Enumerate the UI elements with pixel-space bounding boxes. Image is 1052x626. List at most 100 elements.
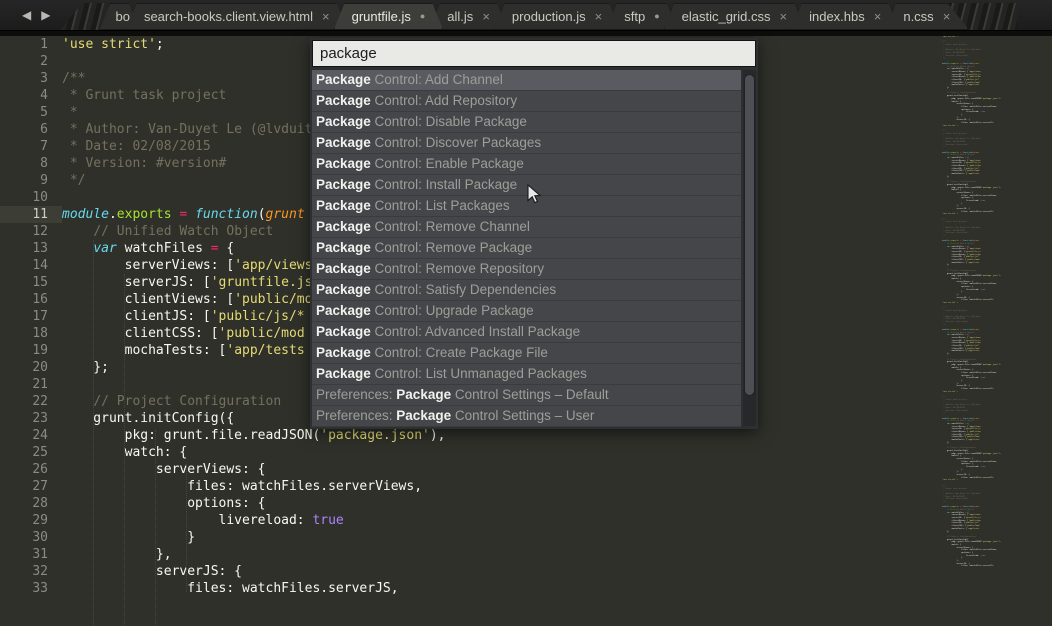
token xyxy=(62,224,93,239)
token: * Version: #version# xyxy=(942,144,967,146)
line-number: 27 xyxy=(0,478,62,495)
token: }; xyxy=(942,176,949,178)
token: function xyxy=(195,207,258,222)
token: serverJS: { xyxy=(62,564,242,579)
command-palette-input[interactable] xyxy=(312,40,756,67)
palette-scrollbar-track[interactable] xyxy=(743,70,756,426)
command-palette-item[interactable]: Package Control: Satisfy Dependencies xyxy=(312,280,741,301)
token: * Date: 02/08/2015 xyxy=(942,496,965,498)
token: function xyxy=(963,63,973,65)
item-rest: Control: Discover Packages xyxy=(371,135,541,150)
line-number: 11 xyxy=(0,206,62,223)
token: } xyxy=(942,291,962,293)
token: 'app/views xyxy=(234,258,312,273)
token: 'public/mo xyxy=(234,292,312,307)
token: watchFiles xyxy=(950,512,964,514)
command-palette-item[interactable]: Package Control: Disable Package xyxy=(312,112,741,133)
command-palette-item[interactable]: Package Control: Upgrade Package xyxy=(312,301,741,322)
tab-production.js[interactable]: production.js× xyxy=(494,3,620,30)
token: 'package.json' xyxy=(320,428,430,443)
command-palette-item[interactable]: Package Control: Add Repository xyxy=(312,91,741,112)
token: 'use strict' xyxy=(62,37,156,52)
token: 'use strict' xyxy=(942,391,956,393)
line-number: 2 xyxy=(0,53,62,70)
token: 'public/mod xyxy=(966,259,979,261)
command-palette-item[interactable]: Package Control: Discover Packages xyxy=(312,133,741,154)
token: serverJS: { xyxy=(942,208,970,210)
tab-scroll-right-icon[interactable]: ▶ xyxy=(41,0,50,30)
token: ), xyxy=(999,187,1001,189)
token: 'use strict' xyxy=(942,213,956,215)
token: * Version: #version# xyxy=(942,498,967,500)
token: // Unified Watch Object xyxy=(947,154,975,156)
close-tab-icon[interactable]: × xyxy=(322,10,330,23)
command-palette-item[interactable]: Package Control: Remove Package xyxy=(312,238,741,259)
token: exports xyxy=(950,506,958,508)
token: 'package.json' xyxy=(982,364,999,366)
tab-gruntfile.js[interactable]: gruntfile.js● xyxy=(334,3,444,30)
code-line: 29 livereload: true xyxy=(0,512,1052,529)
token: * Date: 02/08/2015 xyxy=(942,52,965,54)
command-palette-item[interactable]: Preferences: Package Control Settings – … xyxy=(312,385,741,406)
tab-scroll-left-icon[interactable]: ◀ xyxy=(22,0,31,30)
line-number: 12 xyxy=(0,223,62,240)
token: } xyxy=(942,114,962,116)
token: watchFiles xyxy=(950,334,964,336)
line-number: 20 xyxy=(0,359,62,376)
close-tab-icon[interactable]: × xyxy=(780,10,788,23)
command-palette-item[interactable]: Package Control: List Unmanaged Packages xyxy=(312,364,741,385)
line-number: 15 xyxy=(0,274,62,291)
token: mochaTests: [ xyxy=(62,343,226,358)
command-palette-item[interactable]: Package Control: Create Package File xyxy=(312,343,741,364)
token: serverViews: [ xyxy=(62,258,234,273)
token: /** xyxy=(62,71,85,86)
tab-elastic_grid.css[interactable]: elastic_grid.css × xyxy=(664,3,805,30)
line-number: 8 xyxy=(0,155,62,172)
tab-index.hbs[interactable]: index.hbs× xyxy=(791,3,899,30)
token: ), xyxy=(999,275,1001,277)
token: options: { xyxy=(942,552,973,554)
token: 'use strict' xyxy=(942,302,956,304)
close-tab-icon[interactable]: × xyxy=(943,10,951,23)
token: { xyxy=(966,334,968,336)
token: { xyxy=(966,157,968,159)
token: pkg: grunt.file.readJSON( xyxy=(942,541,982,543)
item-match: Package xyxy=(316,324,371,339)
close-tab-icon[interactable]: × xyxy=(874,10,882,23)
token: livereload: xyxy=(942,111,981,113)
code-line: 30 } xyxy=(0,529,1052,546)
command-palette-item[interactable]: Package Control: Add Channel xyxy=(312,70,741,91)
command-palette-item[interactable]: Package Control: Enable Package xyxy=(312,154,741,175)
item-match: Package xyxy=(316,177,371,192)
token: // Unified Watch Object xyxy=(947,243,975,245)
token: 'gruntfile.js xyxy=(965,251,981,253)
palette-scrollbar-thumb[interactable] xyxy=(744,74,755,396)
token: livereload: xyxy=(942,289,981,291)
line-number: 1 xyxy=(0,36,62,53)
line-number: 9 xyxy=(0,172,62,189)
token: * Date: 02/08/2015 xyxy=(62,139,211,154)
minimap[interactable]: 'use strict';/** * Grunt task project * … xyxy=(942,36,1022,593)
dirty-indicator-icon: ● xyxy=(420,12,425,21)
token: clientViews: [ xyxy=(62,292,234,307)
token: 'public/mo xyxy=(969,165,981,167)
command-palette-item[interactable]: Package Control: Remove Channel xyxy=(312,217,741,238)
tab-nav-arrows: ◀ ▶ xyxy=(0,0,60,30)
line-number: 4 xyxy=(0,87,62,104)
token: 'app/tests xyxy=(967,439,979,441)
command-palette-item[interactable]: Preferences: Package Control Settings – … xyxy=(312,406,741,427)
tab-search-books.client.view.html[interactable]: search-books.client.view.html× xyxy=(126,3,348,30)
item-match: Package xyxy=(316,303,371,318)
token: * Author: Van-Duyet Le (@lvduit xyxy=(62,122,312,137)
command-palette-item[interactable]: Package Control: Advanced Install Packag… xyxy=(312,322,741,343)
tab-label: elastic_grid.css xyxy=(682,9,771,24)
token: ; xyxy=(956,36,957,38)
command-palette-item[interactable]: Package Control: Remove Repository xyxy=(312,259,741,280)
command-palette: Package Control: Add ChannelPackage Cont… xyxy=(310,38,758,429)
close-tab-icon[interactable]: × xyxy=(595,10,603,23)
line-number: 16 xyxy=(0,291,62,308)
token: }, xyxy=(942,205,959,207)
close-tab-icon[interactable]: × xyxy=(482,10,490,23)
token: } xyxy=(942,557,962,559)
token: ( xyxy=(258,207,266,222)
